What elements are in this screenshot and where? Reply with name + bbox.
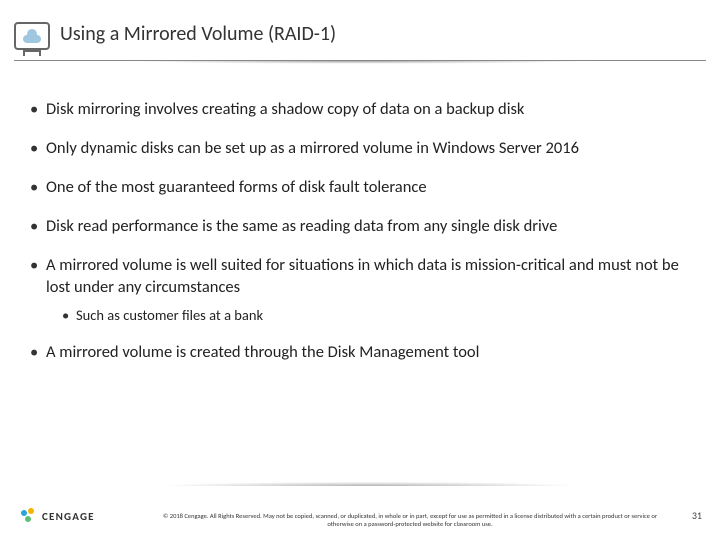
footer-shadow bbox=[60, 480, 680, 486]
cloud-monitor-icon bbox=[14, 22, 50, 50]
bullet-item: A mirrored volume is well suited for sit… bbox=[30, 255, 690, 324]
bullet-text: Only dynamic disks can be set up as a mi… bbox=[46, 138, 579, 158]
bullet-item: A mirrored volume is created through the… bbox=[30, 342, 690, 363]
sub-bullet-item: Such as customer files at a bank bbox=[46, 306, 690, 325]
bullet-list: Disk mirroring involves creating a shado… bbox=[30, 99, 690, 363]
slide: Using a Mirrored Volume (RAID-1) Disk mi… bbox=[0, 0, 720, 540]
bullet-item: Disk mirroring involves creating a shado… bbox=[30, 99, 690, 120]
slide-footer: CENGAGE © 2018 Cengage. All Rights Reser… bbox=[0, 480, 720, 540]
slide-header: Using a Mirrored Volume (RAID-1) bbox=[0, 0, 720, 56]
cloud-icon bbox=[21, 29, 43, 43]
bullet-text: A mirrored volume is well suited for sit… bbox=[46, 255, 679, 296]
bullet-text: One of the most guaranteed forms of disk… bbox=[46, 177, 427, 197]
bullet-item: One of the most guaranteed forms of disk… bbox=[30, 177, 690, 198]
bullet-text: Disk mirroring involves creating a shado… bbox=[46, 99, 524, 119]
brand-logo-icon bbox=[20, 508, 36, 524]
bullet-item: Only dynamic disks can be set up as a mi… bbox=[30, 138, 690, 159]
copyright-text: © 2018 Cengage. All Rights Reserved. May… bbox=[160, 512, 660, 528]
slide-title: Using a Mirrored Volume (RAID-1) bbox=[60, 22, 720, 46]
brand: CENGAGE bbox=[20, 508, 95, 524]
slide-body: Disk mirroring involves creating a shado… bbox=[0, 65, 720, 363]
sub-bullet-list: Such as customer files at a bank bbox=[46, 306, 690, 325]
bullet-text: Disk read performance is the same as rea… bbox=[46, 216, 557, 236]
bullet-item: Disk read performance is the same as rea… bbox=[30, 216, 690, 237]
sub-bullet-text: Such as customer files at a bank bbox=[76, 306, 263, 324]
page-number: 31 bbox=[692, 509, 702, 522]
bullet-text: A mirrored volume is created through the… bbox=[46, 342, 479, 362]
brand-text: CENGAGE bbox=[42, 510, 95, 523]
